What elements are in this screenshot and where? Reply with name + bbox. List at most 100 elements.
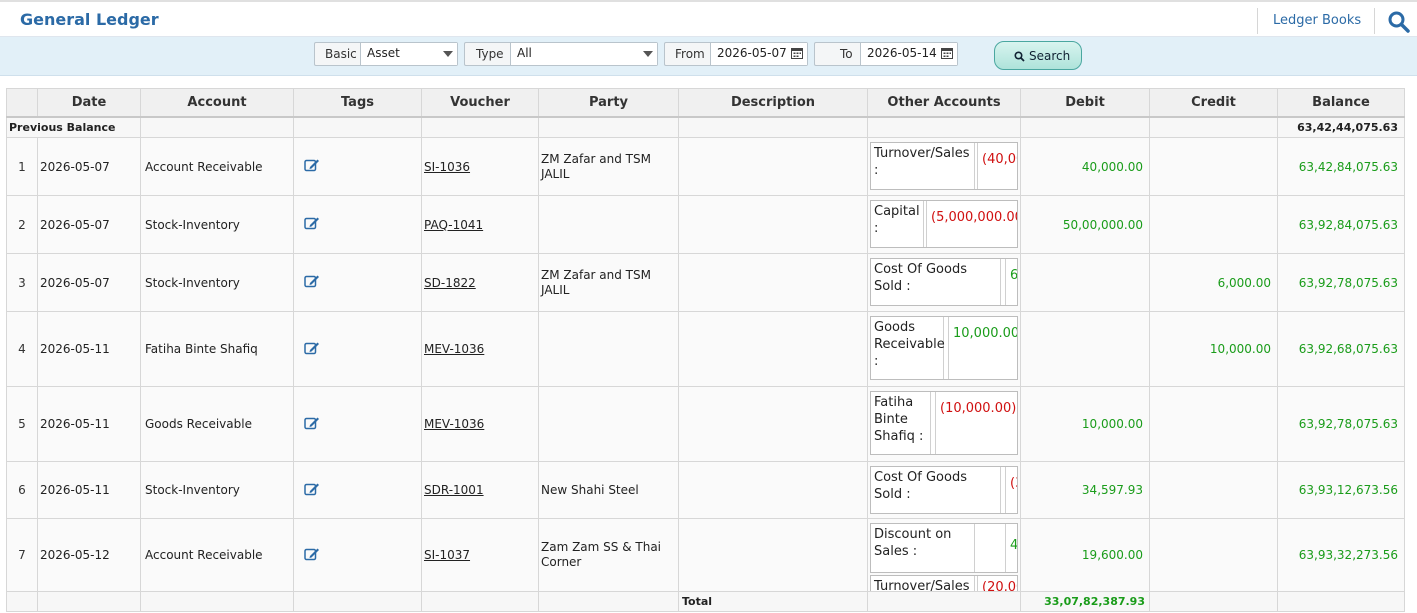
row-debit: 19,600.00 bbox=[1020, 518, 1150, 592]
row-voucher[interactable]: SI-1036 bbox=[421, 137, 539, 196]
other-account-amount: 4 bbox=[1005, 524, 1017, 572]
type-select[interactable]: All bbox=[510, 43, 657, 65]
other-account-name: Discount on Sales : bbox=[871, 524, 975, 572]
from-date-value: 2026-05-07 bbox=[717, 46, 787, 60]
row-voucher[interactable]: MEV-1036 bbox=[421, 386, 539, 462]
voucher-link[interactable]: SD-1822 bbox=[424, 276, 476, 290]
from-date-input[interactable]: 2026-05-07 bbox=[710, 43, 807, 65]
basic-select[interactable]: Asset bbox=[360, 43, 457, 65]
row-tags bbox=[293, 386, 422, 462]
row-party bbox=[538, 311, 679, 387]
row-number: 4 bbox=[6, 311, 38, 387]
row-debit: 40,000.00 bbox=[1020, 137, 1150, 196]
edit-icon[interactable] bbox=[304, 416, 320, 430]
basic-value: Asset bbox=[367, 46, 400, 60]
row-party bbox=[538, 386, 679, 462]
row-voucher[interactable]: SDR-1001 bbox=[421, 461, 539, 519]
row-other-accounts: Capital : (5,000,000.00 bbox=[867, 195, 1021, 254]
row-debit bbox=[1020, 253, 1150, 312]
row-balance: 63,92,78,075.63 bbox=[1277, 386, 1405, 462]
col-account[interactable]: Account bbox=[140, 88, 294, 118]
table-row[interactable]: 7 2026-05-12 Account Receivable SI-1037 Zam … bbox=[6, 518, 1405, 592]
row-debit bbox=[1020, 311, 1150, 387]
voucher-link[interactable]: SI-1037 bbox=[424, 548, 470, 562]
row-voucher[interactable]: SI-1037 bbox=[421, 518, 539, 592]
calendar-icon[interactable] bbox=[941, 47, 953, 59]
other-account-amount: (3 bbox=[1005, 467, 1017, 513]
row-debit: 50,00,000.00 bbox=[1020, 195, 1150, 254]
row-number: 1 bbox=[6, 137, 38, 196]
col-credit[interactable]: Credit bbox=[1149, 88, 1278, 118]
total-debit: 33,07,82,387.93 bbox=[1020, 591, 1150, 612]
col-debit[interactable]: Debit bbox=[1020, 88, 1150, 118]
edit-icon[interactable] bbox=[304, 274, 320, 288]
edit-icon[interactable] bbox=[304, 158, 320, 172]
other-account-entry: Fatiha Binte Shafiq : (10,000.00) bbox=[870, 391, 1018, 455]
col-voucher[interactable]: Voucher bbox=[421, 88, 539, 118]
other-account-entry: Goods Receivable :10,000.00 bbox=[870, 316, 1018, 380]
row-credit bbox=[1149, 518, 1278, 592]
table-header-row: Date Account Tags Voucher Party Descript… bbox=[6, 88, 1405, 118]
other-account-amount: (5,000,000.00 bbox=[926, 201, 1017, 247]
table-row[interactable]: 5 2026-05-11 Goods Receivable MEV-1036 Fatih… bbox=[6, 386, 1405, 462]
row-voucher[interactable]: SD-1822 bbox=[421, 253, 539, 312]
type-filter[interactable]: Type All bbox=[464, 42, 658, 66]
basic-filter[interactable]: Basic Asset bbox=[314, 42, 458, 66]
col-date[interactable]: Date bbox=[37, 88, 141, 118]
row-date: 2026-05-11 bbox=[37, 461, 141, 519]
row-credit: 10,000.00 bbox=[1149, 311, 1278, 387]
row-date: 2026-05-11 bbox=[37, 311, 141, 387]
row-balance: 63,92,84,075.63 bbox=[1277, 195, 1405, 254]
edit-icon[interactable] bbox=[304, 216, 320, 230]
row-balance: 63,92,68,075.63 bbox=[1277, 311, 1405, 387]
col-tags[interactable]: Tags bbox=[293, 88, 422, 118]
col-other-accounts[interactable]: Other Accounts bbox=[867, 88, 1021, 118]
other-account-entry: Cost Of Goods Sold :6, bbox=[870, 258, 1018, 306]
voucher-link[interactable]: PAQ-1041 bbox=[424, 218, 483, 232]
table-row[interactable]: 6 2026-05-11 Stock-Inventory SDR-1001 New Sh… bbox=[6, 461, 1405, 519]
calendar-icon[interactable] bbox=[791, 47, 803, 59]
table-row[interactable]: 2 2026-05-07 Stock-Inventory PAQ-1041 Capita… bbox=[6, 195, 1405, 254]
search-icon[interactable] bbox=[1374, 8, 1416, 34]
row-account: Stock-Inventory bbox=[140, 195, 294, 254]
ledger-books-link[interactable]: Ledger Books bbox=[1257, 8, 1361, 34]
row-credit bbox=[1149, 137, 1278, 196]
to-filter[interactable]: To 2026-05-14 bbox=[814, 42, 958, 66]
table-row[interactable]: 4 2026-05-11 Fatiha Binte Shafiq MEV-1036 Go… bbox=[6, 311, 1405, 387]
edit-icon[interactable] bbox=[304, 482, 320, 496]
row-balance: 63,93,12,673.56 bbox=[1277, 461, 1405, 519]
col-description[interactable]: Description bbox=[678, 88, 868, 118]
row-balance: 63,93,32,273.56 bbox=[1277, 518, 1405, 592]
row-tags bbox=[293, 253, 422, 312]
search-button[interactable]: Search bbox=[994, 41, 1082, 70]
row-tags bbox=[293, 195, 422, 254]
other-account-amount: (10,000.00) bbox=[935, 392, 1016, 454]
app-header: General Ledger Ledger Books bbox=[0, 0, 1417, 37]
table-row[interactable]: 3 2026-05-07 Stock-Inventory SD-1822 ZM Zafa… bbox=[6, 253, 1405, 312]
other-account-name: Fatiha Binte Shafiq : bbox=[871, 392, 931, 454]
row-description bbox=[678, 137, 868, 196]
table-row[interactable]: 1 2026-05-07 Account Receivable SI-1036 ZM Z… bbox=[6, 137, 1405, 196]
voucher-link[interactable]: MEV-1036 bbox=[424, 417, 484, 431]
edit-icon[interactable] bbox=[304, 547, 320, 561]
edit-icon[interactable] bbox=[304, 341, 320, 355]
other-account-amount: 10,000.00 bbox=[948, 317, 1017, 379]
row-other-accounts: Cost Of Goods Sold :(3 bbox=[867, 461, 1021, 519]
row-other-accounts: Fatiha Binte Shafiq : (10,000.00) bbox=[867, 386, 1021, 462]
other-account-amount: (40,00 bbox=[977, 143, 1017, 189]
row-date: 2026-05-07 bbox=[37, 253, 141, 312]
row-voucher[interactable]: PAQ-1041 bbox=[421, 195, 539, 254]
col-index bbox=[6, 88, 38, 118]
col-balance[interactable]: Balance bbox=[1277, 88, 1405, 118]
other-account-name: Turnover/Sales bbox=[871, 576, 975, 591]
row-tags bbox=[293, 311, 422, 387]
to-date-input[interactable]: 2026-05-14 bbox=[860, 43, 957, 65]
from-filter[interactable]: From 2026-05-07 bbox=[664, 42, 808, 66]
voucher-link[interactable]: SI-1036 bbox=[424, 160, 470, 174]
total-label: Total bbox=[678, 591, 868, 612]
col-party[interactable]: Party bbox=[538, 88, 679, 118]
voucher-link[interactable]: SDR-1001 bbox=[424, 483, 484, 497]
row-party: ZM Zafar and TSM JALIL bbox=[538, 253, 679, 312]
row-voucher[interactable]: MEV-1036 bbox=[421, 311, 539, 387]
voucher-link[interactable]: MEV-1036 bbox=[424, 342, 484, 356]
